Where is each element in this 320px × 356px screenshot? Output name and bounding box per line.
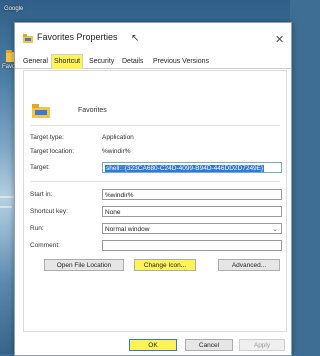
shortcut-panel: Favorites Target type: Application Targe… — [23, 70, 287, 332]
dialog-title: Favorites Properties — [37, 32, 118, 42]
ok-button[interactable]: OK — [129, 339, 177, 351]
start-in-input[interactable]: %windir% — [102, 189, 282, 200]
desktop-label-top: Google — [4, 6, 24, 12]
target-location-value: %windir% — [102, 148, 131, 155]
tab-previous-versions[interactable]: Previous Versions — [151, 56, 211, 68]
target-type-label: Target type: — [30, 134, 64, 141]
tab-shortcut[interactable]: Shortcut — [51, 54, 84, 69]
start-in-label: Start in: — [30, 191, 53, 198]
folder-star-icon — [32, 104, 50, 118]
tab-details[interactable]: Details — [120, 56, 145, 68]
divider — [30, 181, 280, 182]
target-label: Target: — [30, 164, 50, 171]
target-input-selected-text: shell:::{323CA680-C24D-4099-B94D-446DD2D… — [105, 165, 265, 172]
horizon-line — [0, 206, 12, 208]
horizon-line — [0, 196, 14, 198]
comment-label: Comment: — [30, 242, 60, 249]
target-input[interactable]: shell:::{323CA680-C24D-4099-B94D-446DD2D… — [102, 162, 282, 173]
folder-star-icon — [23, 34, 33, 43]
open-file-location-button[interactable]: Open File Location — [44, 259, 124, 271]
shortcut-key-input[interactable]: None — [102, 206, 282, 217]
tab-security[interactable]: Security — [87, 56, 116, 68]
run-label: Run: — [30, 225, 44, 232]
change-icon-button[interactable]: Change Icon... — [134, 259, 196, 271]
target-location-label: Target location: — [30, 148, 75, 155]
comment-input[interactable] — [102, 240, 282, 251]
tab-general[interactable]: General — [21, 56, 50, 68]
properties-dialog: Favorites Properties ↖ ✕ General Shortcu… — [14, 22, 292, 356]
mouse-cursor-icon: ↖ — [131, 33, 140, 44]
title-bar[interactable]: Favorites Properties ↖ ✕ — [15, 23, 291, 53]
close-button[interactable]: ✕ — [275, 33, 284, 46]
chevron-down-icon: ⌄ — [272, 226, 278, 233]
advanced-button[interactable]: Advanced... — [218, 259, 280, 271]
run-select-value: Normal window — [105, 226, 150, 233]
cancel-button[interactable]: Cancel — [185, 339, 233, 351]
divider — [30, 125, 280, 126]
shortcut-key-label: Shortcut key: — [30, 208, 68, 215]
tab-strip: General Shortcut Security Details Previo… — [15, 54, 291, 69]
target-type-value: Application — [102, 134, 134, 141]
item-name: Favorites — [78, 107, 107, 114]
apply-button[interactable]: Apply — [239, 339, 285, 351]
run-select[interactable]: Normal window ⌄ — [102, 223, 282, 234]
